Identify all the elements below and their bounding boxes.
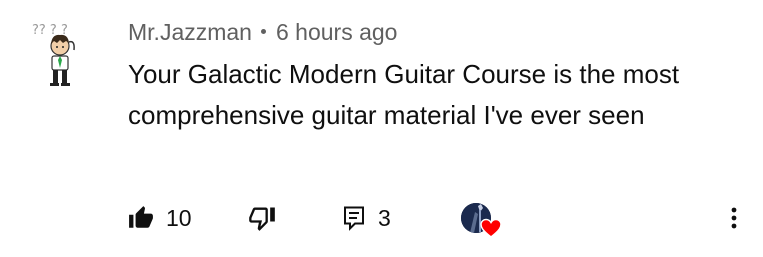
comment-thread: ?? ? ? Mr.Jazzman 6 hours ago Your Galac…: [0, 0, 763, 257]
dislike-button[interactable]: [248, 198, 276, 238]
more-vert-icon[interactable]: [724, 204, 744, 232]
more-actions-button[interactable]: [724, 198, 744, 238]
comment-text: Your Galactic Modern Guitar Course is th…: [128, 59, 680, 130]
comment-reply-icon[interactable]: [342, 205, 366, 231]
author-avatar[interactable]: ?? ? ?: [30, 14, 88, 92]
author-name[interactable]: Mr.Jazzman: [128, 19, 252, 46]
comment-meta: Mr.Jazzman 6 hours ago: [128, 16, 397, 48]
thumb-up-filled-icon[interactable]: [128, 205, 154, 231]
comment-timestamp[interactable]: 6 hours ago: [276, 19, 397, 46]
reply-button[interactable]: 3: [342, 198, 391, 238]
thumb-down-outline-icon[interactable]: [248, 204, 276, 232]
comment-actions: 10 3: [0, 198, 763, 238]
reply-count: 3: [378, 204, 391, 231]
creator-heart[interactable]: [460, 200, 502, 240]
like-button[interactable]: 10: [128, 198, 192, 238]
separator-dot: [260, 28, 266, 34]
like-count: 10: [166, 204, 192, 231]
heart-icon: [480, 218, 502, 238]
